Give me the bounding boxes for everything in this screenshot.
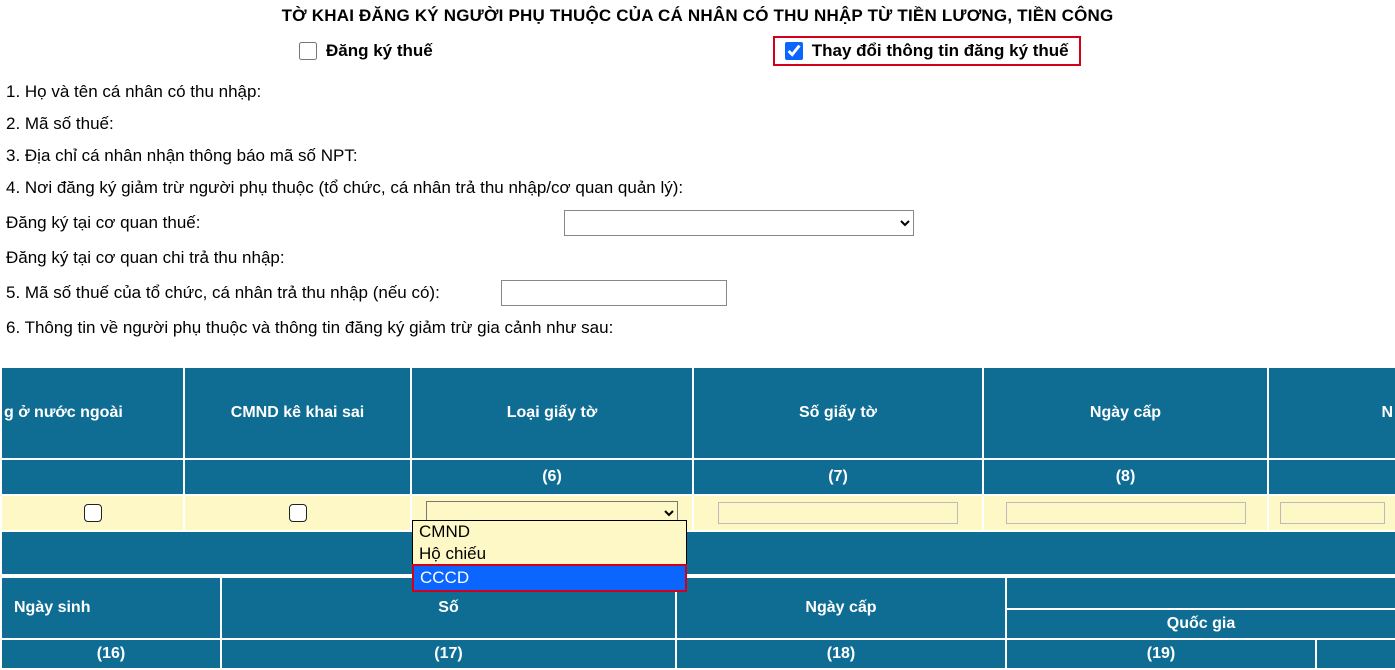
form-title: TỜ KHAI ĐĂNG KÝ NGƯỜI PHỤ THUỘC CỦA CÁ N… xyxy=(0,0,1395,34)
change-info-checkbox-label: Thay đổi thông tin đăng ký thuế xyxy=(812,41,1069,61)
register-checkbox-group[interactable]: Đăng ký thuế xyxy=(295,39,433,63)
field-2-tax-code: 2. Mã số thuế: xyxy=(0,108,1395,140)
registration-type-row: Đăng ký thuế Thay đổi thông tin đăng ký … xyxy=(0,34,1395,76)
col-cmnd-wrong: CMND kê khai sai xyxy=(184,367,411,459)
col-doc-type: Loại giấy tờ xyxy=(411,367,693,459)
data-partial-cell xyxy=(1268,495,1395,531)
col2-dob: Ngày sinh xyxy=(1,577,221,639)
dropdown-option-cmnd[interactable]: CMND xyxy=(413,521,686,543)
num2-16: (16) xyxy=(1,639,221,669)
num2-19: (19) xyxy=(1006,639,1316,669)
num-cell-blank-b xyxy=(184,459,411,495)
col2-issue-date: Ngày cấp xyxy=(676,577,1006,639)
dependent-table-1: g ở nước ngoài CMND kê khai sai Loại giấ… xyxy=(0,366,1395,576)
register-checkbox[interactable] xyxy=(299,42,317,60)
data-doc-number-cell xyxy=(693,495,983,531)
field-4-register-place: 4. Nơi đăng ký giảm trừ người phụ thuộc … xyxy=(0,172,1395,204)
num-cell-blank-c xyxy=(1268,459,1395,495)
foreign-checkbox[interactable] xyxy=(84,504,102,522)
table-area: g ở nước ngoài CMND kê khai sai Loại giấ… xyxy=(0,366,1395,670)
dependent-table-2: Ngày sinh Số Ngày cấp Quốc gia (16) (17)… xyxy=(0,576,1395,670)
field-tax-agency-label: Đăng ký tại cơ quan thuế: xyxy=(6,213,201,233)
num-cell-6: (6) xyxy=(411,459,693,495)
issue-date-input[interactable] xyxy=(1006,502,1246,524)
col-partial: N xyxy=(1268,367,1395,459)
tax-agency-select[interactable] xyxy=(564,210,914,236)
field-6-dependent-info: 6. Thông tin về người phụ thuộc và thông… xyxy=(0,312,1395,344)
dropdown-option-cccd[interactable]: CCCD xyxy=(414,566,685,590)
data-cmnd-wrong-cell xyxy=(184,495,411,531)
col-doc-number: Số giấy tờ xyxy=(693,367,983,459)
num-cell-7: (7) xyxy=(693,459,983,495)
cmnd-wrong-checkbox[interactable] xyxy=(289,504,307,522)
register-checkbox-label: Đăng ký thuế xyxy=(326,41,433,61)
spacer-row xyxy=(1,531,1395,575)
field-income-payer: Đăng ký tại cơ quan chi trả thu nhập: xyxy=(0,242,1395,274)
field-5-label: 5. Mã số thuế của tổ chức, cá nhân trả t… xyxy=(6,283,440,303)
num2-blank xyxy=(1316,639,1395,669)
num-cell-8: (8) xyxy=(983,459,1268,495)
change-info-checkbox[interactable] xyxy=(785,42,803,60)
dropdown-option-passport[interactable]: Hộ chiếu xyxy=(413,543,686,565)
num2-18: (18) xyxy=(676,639,1006,669)
col-foreign: g ở nước ngoài xyxy=(1,367,184,459)
field-3-address: 3. Địa chỉ cá nhân nhận thông báo mã số … xyxy=(0,140,1395,172)
field-5-org-tax-code-row: 5. Mã số thuế của tổ chức, cá nhân trả t… xyxy=(0,274,1395,312)
org-tax-code-input[interactable] xyxy=(501,280,727,306)
col2-country: Quốc gia xyxy=(1006,609,1395,639)
field-1-name: 1. Họ và tên cá nhân có thu nhập: xyxy=(0,76,1395,108)
data-issue-date-cell xyxy=(983,495,1268,531)
num-cell-blank-a xyxy=(1,459,184,495)
col2-blank-top xyxy=(1006,577,1395,609)
data-foreign-cell xyxy=(1,495,184,531)
field-tax-agency-row: Đăng ký tại cơ quan thuế: xyxy=(0,204,1395,242)
col-issue-date: Ngày cấp xyxy=(983,367,1268,459)
partial-input[interactable] xyxy=(1280,502,1385,524)
doc-number-input[interactable] xyxy=(718,502,958,524)
dropdown-option-cccd-highlight: CCCD xyxy=(412,564,687,592)
change-info-highlight-box: Thay đổi thông tin đăng ký thuế xyxy=(773,36,1081,66)
num2-17: (17) xyxy=(221,639,676,669)
doc-type-dropdown[interactable]: CMND Hộ chiếu CCCD xyxy=(412,520,687,592)
